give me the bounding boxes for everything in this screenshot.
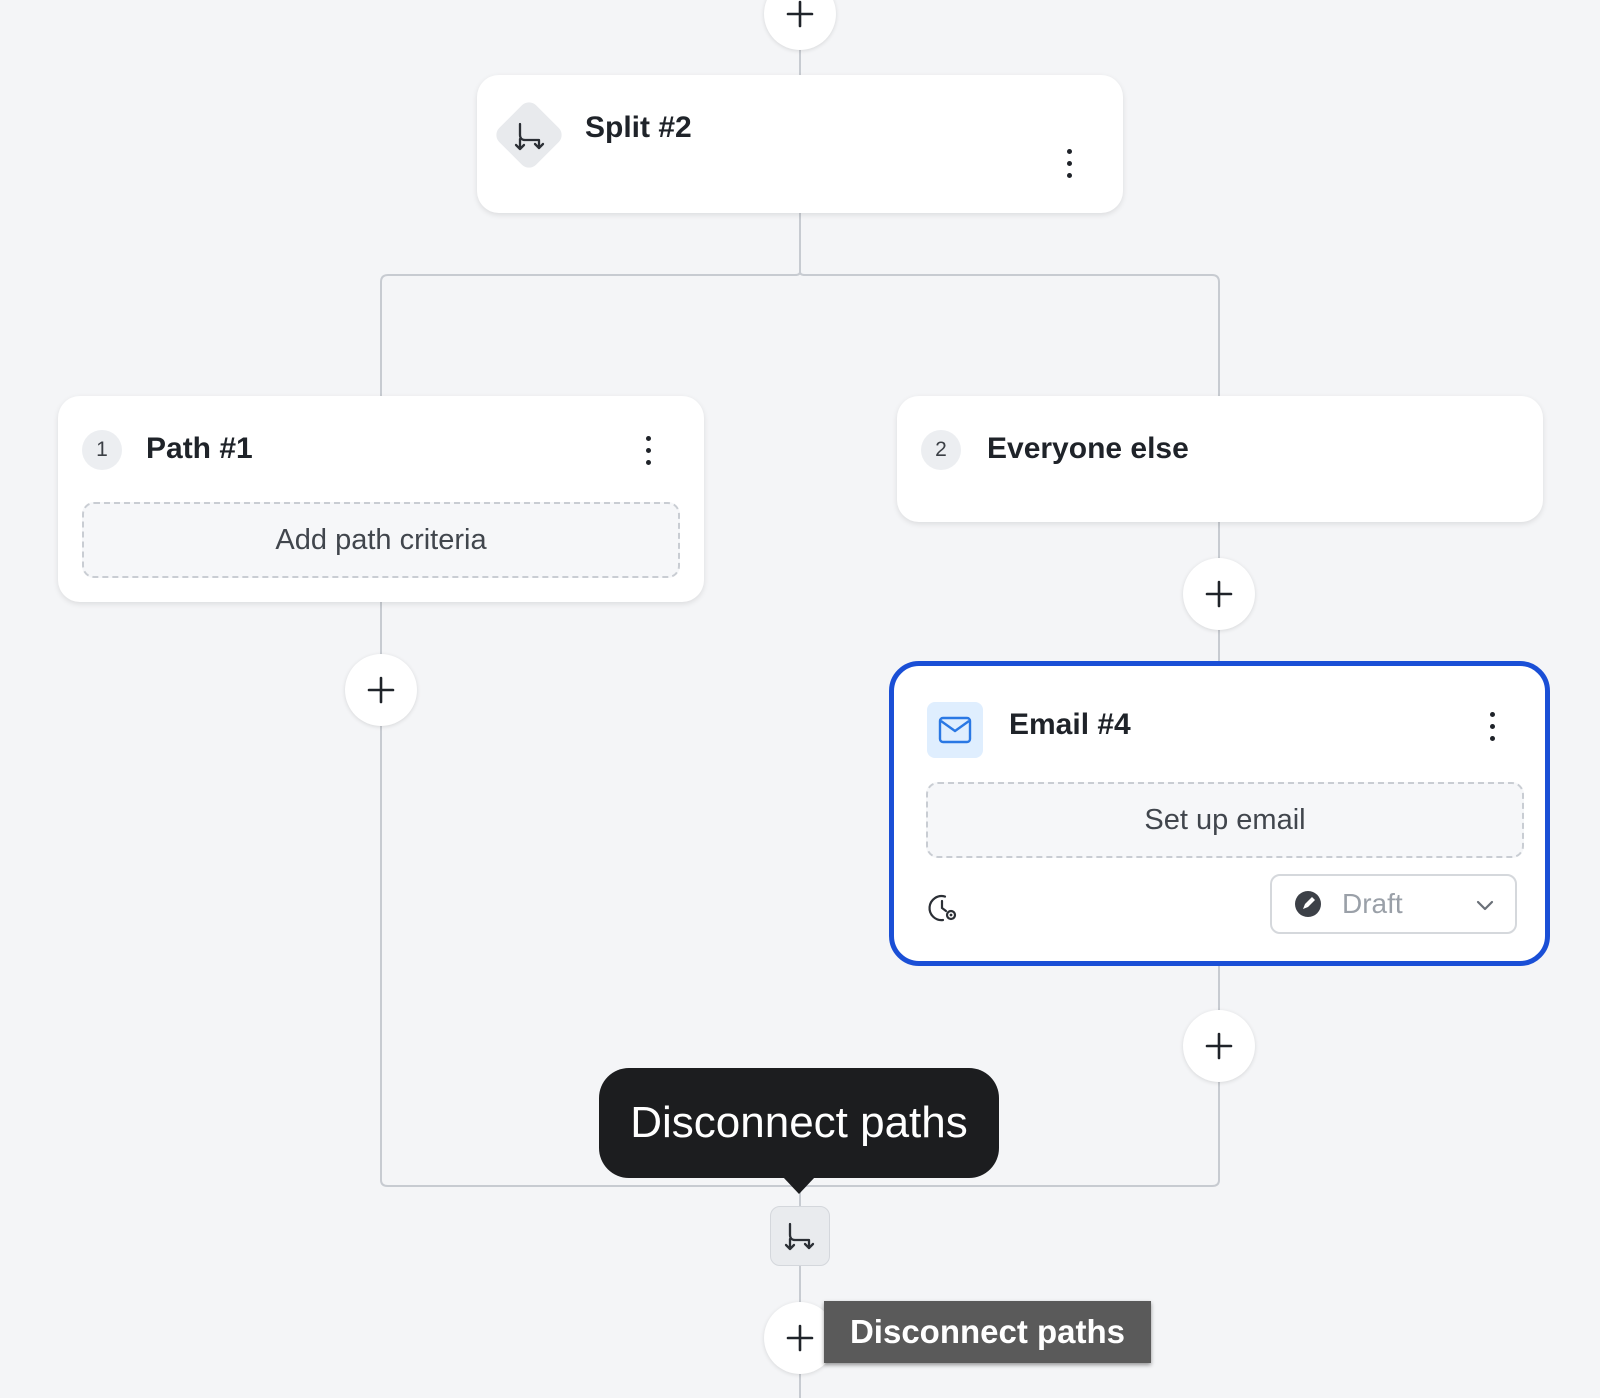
disconnect-paths-tooltip: Disconnect paths: [599, 1068, 999, 1194]
add-path-criteria-button[interactable]: Add path criteria: [82, 502, 680, 578]
path-card-2[interactable]: 2 Everyone else: [897, 396, 1543, 522]
split-node[interactable]: Split #2: [477, 75, 1123, 213]
path-card-1[interactable]: 1 Path #1 Add path criteria: [58, 396, 704, 602]
schedule-settings-icon[interactable]: [927, 892, 959, 924]
path-number-badge: 1: [82, 430, 122, 470]
tooltip-text: Disconnect paths: [630, 1098, 968, 1147]
status-value: Draft: [1342, 888, 1403, 919]
plus-icon: [786, 0, 814, 28]
mail-icon: [938, 716, 972, 744]
plus-icon: [1205, 1032, 1233, 1060]
kebab-menu-icon[interactable]: [1057, 143, 1081, 183]
path-number-badge: 2: [921, 430, 961, 470]
add-step-button-after-email[interactable]: [1183, 1010, 1255, 1082]
tooltip-arrow: [783, 1177, 815, 1194]
kebab-menu-icon[interactable]: [1480, 706, 1504, 746]
path-title: Path #1: [146, 432, 253, 465]
path-title: Everyone else: [987, 432, 1189, 465]
plus-icon: [1205, 580, 1233, 608]
split-icon: [784, 1222, 815, 1251]
plus-icon: [367, 676, 395, 704]
kebab-menu-icon[interactable]: [636, 430, 660, 470]
status-select[interactable]: Draft: [1270, 874, 1517, 934]
native-tooltip: Disconnect paths: [824, 1301, 1151, 1363]
split-icon: [514, 122, 545, 151]
add-step-button-path-1[interactable]: [345, 654, 417, 726]
email-node-title: Email #4: [1009, 708, 1131, 741]
disconnect-paths-button[interactable]: [770, 1206, 830, 1266]
add-step-button-path-2[interactable]: [1183, 558, 1255, 630]
draft-icon: [1295, 891, 1321, 917]
chevron-down-icon: [1476, 900, 1494, 911]
flow-canvas: Split #2 1 Path #1 Add path criteria 2 E…: [0, 0, 1600, 1398]
email-node[interactable]: Email #4 Set up email Draft: [889, 661, 1550, 966]
split-node-title: Split #2: [585, 111, 692, 144]
plus-icon: [786, 1324, 814, 1352]
set-up-email-button[interactable]: Set up email: [926, 782, 1524, 858]
mail-icon-badge: [927, 702, 983, 758]
